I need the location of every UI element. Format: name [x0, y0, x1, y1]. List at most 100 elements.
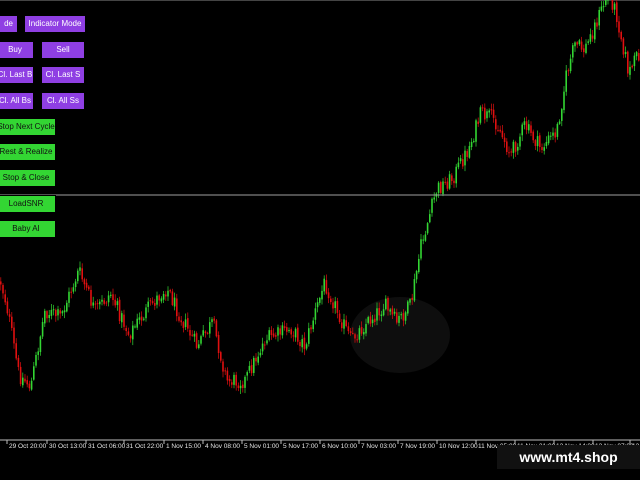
candle-body [327, 292, 330, 299]
candle-body [138, 317, 141, 320]
candle-body [118, 299, 121, 322]
candle-body [633, 55, 636, 67]
candle-body [297, 327, 299, 342]
candle-body [391, 308, 394, 315]
candle-body [264, 344, 266, 346]
baby-ai-button[interactable]: Baby AI [0, 220, 56, 238]
close-all-sells-button[interactable]: Cl. All Ss [41, 92, 85, 110]
candle-body [541, 147, 543, 151]
candle-body [220, 352, 222, 361]
candle-body [246, 372, 248, 376]
candle-body [215, 320, 218, 337]
candle-body [28, 383, 31, 389]
candle-body [444, 181, 446, 183]
stop-close-button[interactable]: Stop & Close [0, 169, 56, 187]
candle-body [202, 330, 204, 336]
candle-body [85, 282, 88, 288]
candle-body [250, 365, 253, 374]
candle-body [547, 135, 550, 144]
candle-body [195, 333, 198, 348]
candle-body [521, 124, 523, 136]
candle-body [99, 301, 101, 305]
candle-body [510, 151, 512, 153]
candle-body [525, 121, 528, 130]
candle-body [589, 34, 592, 42]
candle-body [488, 110, 490, 113]
candle-body [275, 335, 277, 337]
candle-body [52, 309, 55, 311]
candle-body [316, 302, 319, 308]
candle-body [200, 336, 202, 344]
candle-body [429, 214, 431, 223]
candle-body [114, 299, 116, 306]
candle-body [206, 332, 209, 334]
candle-body [605, 0, 607, 5]
candle-body [468, 146, 471, 158]
candle-body [184, 319, 187, 327]
candle-body [561, 109, 563, 121]
candle-body [182, 322, 185, 329]
candle-body [125, 328, 127, 332]
candle-body [552, 132, 554, 136]
candle-body [145, 307, 147, 319]
candle-body [231, 382, 233, 385]
candle-body [301, 339, 303, 348]
mode-button[interactable]: de [0, 15, 18, 33]
candle-body [532, 131, 534, 141]
candle-body [290, 329, 292, 335]
candle-body [15, 343, 17, 359]
candle-body [92, 302, 94, 306]
candle-body [596, 22, 598, 27]
candle-body [514, 142, 517, 152]
candle-body [517, 146, 519, 151]
candle-body [6, 301, 9, 314]
candle-body [611, 0, 614, 10]
candle-body [433, 197, 435, 200]
candle-body [358, 328, 361, 340]
candle-body [259, 352, 262, 356]
candle-body [583, 48, 585, 53]
candle-body [248, 365, 251, 371]
candle-body [506, 141, 508, 152]
stop-next-cycle-button[interactable]: Stop Next Cycle [0, 118, 56, 136]
candle-body [374, 318, 376, 322]
candle-body [19, 366, 22, 385]
candle-body [154, 303, 156, 306]
candle-body [415, 271, 418, 280]
candle-body [341, 322, 343, 329]
candle-body [310, 327, 312, 330]
candle-body [422, 239, 424, 241]
candle-body [158, 295, 160, 301]
candle-body [470, 141, 473, 147]
load-snr-button[interactable]: LoadSNR [0, 195, 56, 213]
candle-body [442, 181, 444, 195]
candle-body [173, 297, 176, 307]
close-last-sell-button[interactable]: Cl. Last S [41, 66, 85, 84]
candle-body [484, 107, 486, 120]
candle-body [270, 330, 273, 335]
candle-body [281, 325, 284, 336]
rest-realize-button[interactable]: Rest & Realize [0, 143, 56, 161]
close-all-buys-button[interactable]: Cl. All Bs [0, 92, 34, 110]
candle-body [77, 270, 79, 282]
candle-body [217, 335, 220, 354]
candle-body [26, 380, 28, 385]
indicator-mode-button[interactable]: Indicator Mode [24, 15, 86, 33]
candle-body [629, 66, 631, 75]
price-chart[interactable] [0, 0, 640, 480]
buy-button[interactable]: Buy [0, 41, 34, 59]
candle-body [286, 327, 288, 332]
close-last-buy-button[interactable]: Cl. Last B [0, 66, 34, 84]
candle-body [33, 366, 35, 380]
candle-body [268, 330, 270, 340]
candle-body [11, 316, 13, 328]
sell-button[interactable]: Sell [41, 41, 85, 59]
candle-body [523, 121, 526, 125]
candle-body [448, 174, 451, 189]
candle-body [292, 335, 295, 337]
candle-body [288, 330, 290, 332]
candle-body [398, 315, 400, 323]
candle-body [59, 310, 61, 314]
candle-body [382, 309, 385, 316]
candle-body [57, 309, 59, 316]
